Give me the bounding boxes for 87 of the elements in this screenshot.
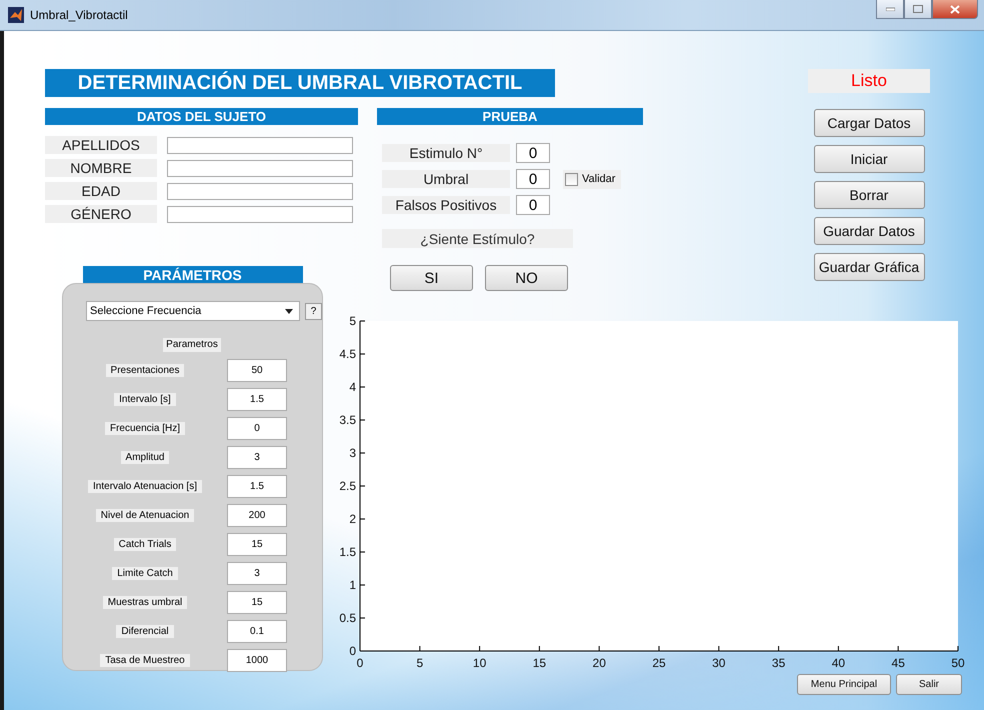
tick-label: 35 — [772, 656, 786, 670]
value-field: 0 — [516, 169, 550, 189]
parameter-field[interactable]: 3 — [227, 562, 287, 585]
parameter-label: Amplitud — [120, 451, 170, 464]
action-button[interactable]: Iniciar — [814, 145, 924, 173]
answer-button[interactable]: SI — [390, 265, 473, 291]
parameter-field[interactable]: 1.5 — [227, 388, 287, 411]
status-label: Listo — [808, 69, 930, 93]
caret-icon — [285, 308, 293, 314]
parameter-label: Diferencial — [116, 625, 174, 638]
value-field: 0 — [516, 143, 550, 163]
app-icon — [8, 7, 24, 23]
parameter-field[interactable]: 0 — [227, 417, 287, 440]
window-title: Umbral_Vibrotactil — [30, 8, 128, 22]
minimize-button[interactable] — [876, 0, 904, 19]
parameters-label: Parametros — [163, 338, 221, 352]
tick-label: 4 — [349, 380, 356, 394]
tick-label: 3.5 — [339, 413, 356, 427]
section-header: PARÁMETROS — [82, 266, 302, 283]
tick-label: 3 — [349, 446, 356, 460]
parameter-label: Limite Catch — [112, 567, 178, 580]
validate-checkbox[interactable]: Validar — [563, 170, 622, 188]
minimize-icon — [886, 7, 894, 11]
section-header: DATOS DEL SUJETO — [45, 108, 358, 125]
value-field: 0 — [516, 195, 550, 215]
parameter-label: Presentaciones — [106, 364, 184, 377]
tick-label: 0.5 — [339, 611, 356, 625]
parameter-label: Intervalo Atenuacion [s] — [88, 480, 202, 493]
parameter-field[interactable]: 15 — [227, 591, 287, 614]
parameter-field[interactable]: 3 — [227, 446, 287, 469]
input-field[interactable] — [167, 136, 353, 154]
answer-button[interactable]: NO — [485, 265, 568, 291]
field-label: EDAD — [45, 182, 157, 200]
field-label: Umbral — [382, 170, 510, 188]
tick-label: 10 — [472, 656, 486, 670]
parameter-label: Muestras umbral — [102, 596, 188, 609]
tick-label: 15 — [532, 656, 546, 670]
section-header: PRUEBA — [377, 108, 643, 125]
maximize-button[interactable] — [904, 0, 932, 19]
input-field[interactable] — [167, 206, 353, 222]
tick-label: 1 — [349, 578, 356, 592]
footer-button[interactable]: Salir — [896, 674, 962, 695]
parameter-label: Tasa de Muestreo — [100, 654, 190, 667]
frequency-dropdown[interactable]: Seleccione Frecuencia — [86, 301, 300, 321]
parameter-label: Catch Trials — [114, 538, 176, 551]
tick-label: 40 — [832, 656, 846, 670]
tick-label: 0 — [349, 644, 356, 658]
close-icon — [950, 4, 960, 14]
tick-label: 50 — [951, 656, 965, 670]
field-label: Falsos Positivos — [382, 196, 510, 214]
input-field[interactable] — [167, 160, 353, 176]
field-label: NOMBRE — [45, 159, 157, 177]
tick-label: 20 — [592, 656, 606, 670]
tick-label: 0 — [356, 656, 364, 670]
tick-label: 25 — [652, 656, 666, 670]
parameter-field[interactable]: 0.1 — [227, 620, 287, 643]
parameter-label: Nivel de Atenuacion — [96, 509, 194, 522]
footer-button[interactable]: Menu Principal — [797, 674, 891, 695]
parameter-field[interactable]: 200 — [227, 504, 287, 527]
field-label: Estimulo N° — [382, 144, 510, 162]
tick-label: 5 — [416, 656, 424, 670]
tick-label: 45 — [892, 656, 905, 670]
maximize-icon — [913, 5, 923, 13]
tick-label: 5 — [349, 314, 356, 328]
action-button[interactable]: Cargar Datos — [814, 109, 924, 137]
checkbox[interactable] — [565, 172, 578, 186]
app-heading: DETERMINACIÓN DEL UMBRAL VIBROTACTIL — [45, 69, 555, 97]
action-button[interactable]: Guardar Gráfica — [814, 253, 924, 281]
tick-label: 2.5 — [339, 479, 356, 493]
tick-label: 2 — [349, 512, 356, 526]
tick-label: 4.5 — [339, 347, 356, 361]
parameter-field[interactable]: 1.5 — [227, 475, 287, 498]
parameter-field[interactable]: 50 — [227, 359, 287, 382]
field-label: APELLIDOS — [45, 136, 157, 154]
parameter-label: Frecuencia [Hz] — [104, 422, 186, 435]
tick-label: 1.5 — [339, 545, 356, 559]
tick-label: 30 — [712, 656, 726, 670]
parameter-field[interactable]: 15 — [227, 533, 287, 556]
help-button[interactable]: ? — [305, 302, 322, 320]
parameter-field[interactable]: 1000 — [227, 649, 287, 672]
action-button[interactable]: Guardar Datos — [814, 217, 924, 245]
close-button[interactable] — [932, 0, 978, 19]
parameter-label: Intervalo [s] — [114, 393, 176, 406]
action-button[interactable]: Borrar — [814, 181, 924, 209]
question-label: ¿Siente Estímulo? — [382, 229, 573, 248]
input-field[interactable] — [167, 182, 353, 200]
field-label: GÉNERO — [45, 205, 157, 223]
